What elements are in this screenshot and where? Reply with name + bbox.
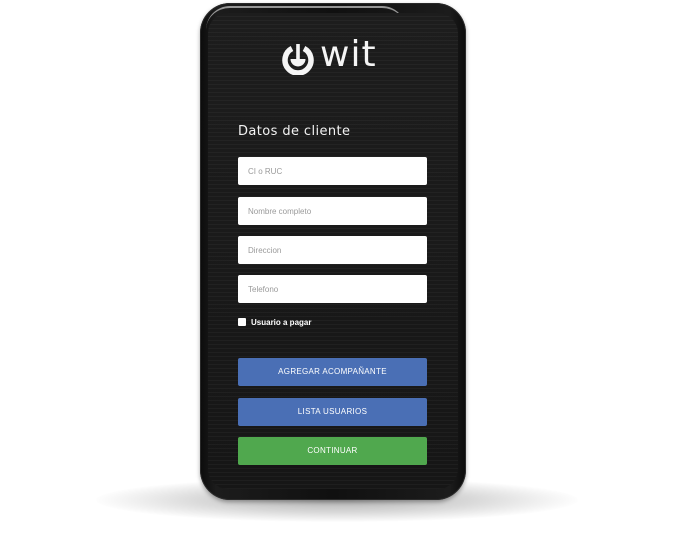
add-companion-button[interactable]: AGREGAR ACOMPAÑANTE: [238, 358, 427, 386]
form-title: Datos de cliente: [238, 124, 351, 139]
address-input[interactable]: [238, 236, 427, 264]
power-button-logo-icon: [282, 44, 314, 75]
brand-logo: wit: [282, 34, 392, 79]
ci-ruc-input[interactable]: [238, 157, 427, 185]
continue-button[interactable]: CONTINUAR: [238, 437, 427, 465]
user-list-button[interactable]: LISTA USUARIOS: [238, 398, 427, 426]
brand-wordmark: wit: [320, 34, 377, 75]
phone-input[interactable]: [238, 275, 427, 303]
app-screen: wit Datos de cliente Usuario a pagar AGR…: [208, 13, 458, 489]
paying-user-checkbox-row[interactable]: Usuario a pagar: [238, 316, 311, 328]
full-name-input[interactable]: [238, 197, 427, 225]
paying-user-label: Usuario a pagar: [251, 317, 312, 327]
paying-user-checkbox[interactable]: [238, 318, 246, 326]
phone-frame: wit Datos de cliente Usuario a pagar AGR…: [200, 3, 466, 500]
